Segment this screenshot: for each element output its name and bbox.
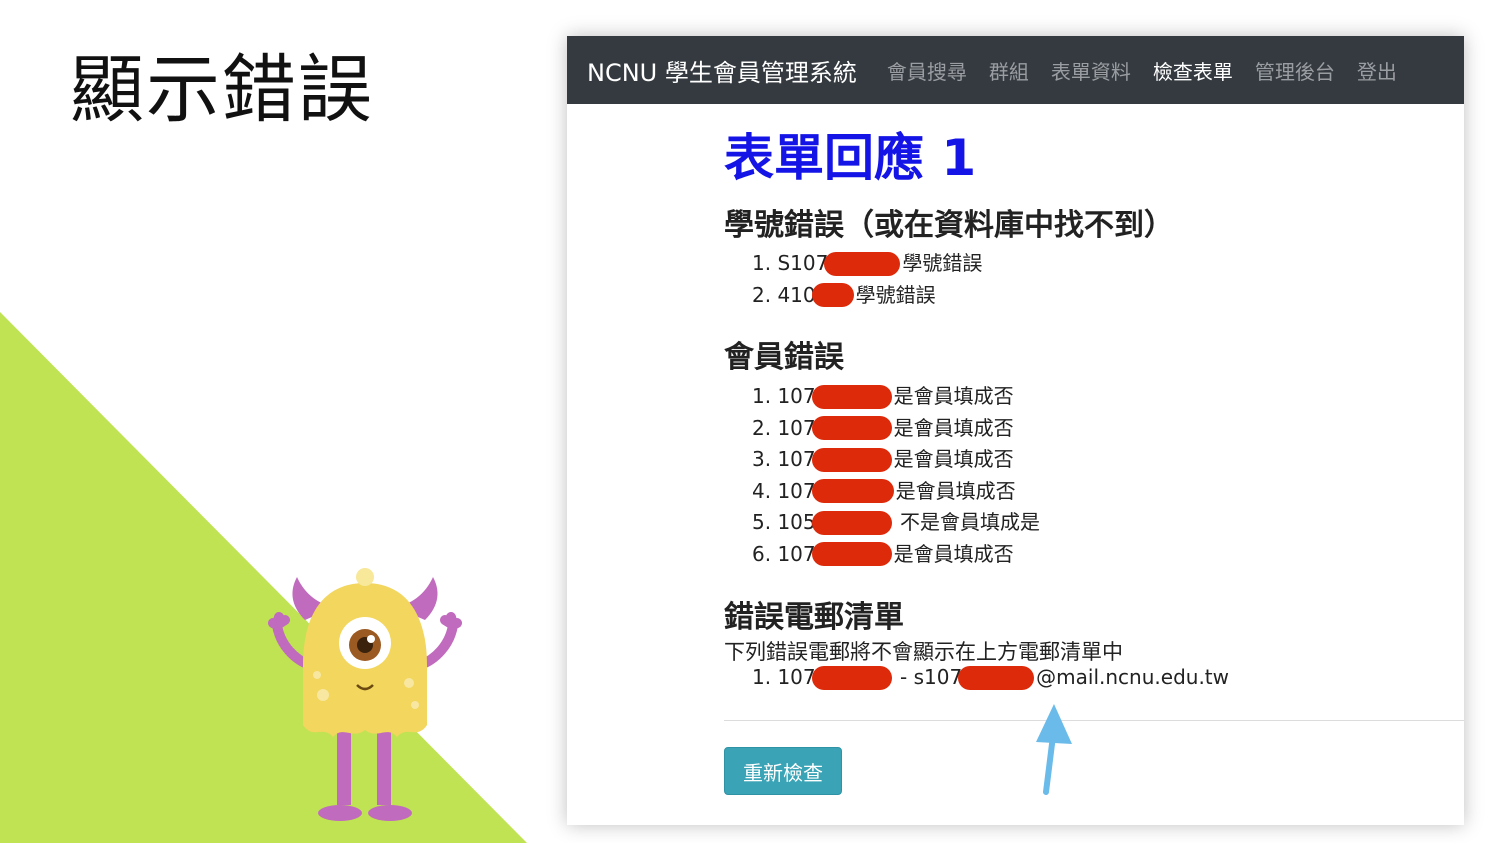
redaction-mark — [811, 384, 892, 409]
student-id-error-list: 1. S107 學號錯誤 2. 410 學號錯誤 — [752, 248, 982, 311]
nav-item-logout[interactable]: 登出 — [1357, 56, 1397, 85]
slide-title: 顯示錯誤 — [70, 47, 374, 133]
navbar-brand[interactable]: NCNU 學生會員管理系統 — [587, 53, 857, 88]
member-error-heading: 會員錯誤 — [724, 340, 844, 375]
list-item: 5. 105 不是會員填成是 — [752, 510, 1040, 535]
redaction-mark — [824, 251, 901, 276]
list-item: 2. 107 是會員填成否 — [752, 415, 1014, 441]
member-error-list: 1. 107 是會員填成否 2. 107 是會員填成否 3. 107 是會員填成否 4… — [752, 381, 1040, 570]
redaction-mark — [811, 665, 892, 690]
redaction-mark — [811, 542, 892, 567]
top-navbar: NCNU 學生會員管理系統 會員搜尋 群組 表單資料 檢查表單 管理後台 登出 — [567, 36, 1464, 104]
nav-item-member-search[interactable]: 會員搜尋 — [887, 56, 967, 85]
redaction-mark — [811, 447, 892, 472]
redaction-mark — [811, 510, 892, 535]
arrow-up-icon — [1036, 704, 1072, 795]
nav-item-groups[interactable]: 群組 — [989, 56, 1029, 85]
recheck-button[interactable]: 重新檢查 — [724, 747, 842, 795]
list-item: 1. S107 學號錯誤 — [752, 251, 983, 276]
page-title: 表單回應 1 — [724, 129, 977, 187]
list-item: 1. 107 是會員填成否 — [752, 384, 1014, 409]
redaction-mark — [958, 665, 1035, 690]
student-id-error-heading: 學號錯誤（或在資料庫中找不到） — [724, 208, 1174, 243]
nav-item-check-form[interactable]: 檢查表單 — [1153, 56, 1233, 85]
email-error-list: 1. 107 - s107 @mail.ncnu.edu.tw — [752, 662, 1229, 694]
list-item: 3. 107 是會員填成否 — [752, 447, 1014, 472]
nav-item-admin[interactable]: 管理後台 — [1255, 56, 1335, 85]
main-content: 表單回應 1 學號錯誤（或在資料庫中找不到） 1. S107 學號錯誤 2. 41… — [724, 126, 1464, 795]
browser-window: NCNU 學生會員管理系統 會員搜尋 群組 表單資料 檢查表單 管理後台 登出 … — [567, 36, 1464, 825]
divider — [724, 720, 1464, 721]
list-item: 6. 107 是會員填成否 — [752, 541, 1014, 567]
monster-mascot-illustration — [268, 568, 462, 821]
nav-item-form-data[interactable]: 表單資料 — [1051, 56, 1131, 85]
list-item: 1. 107 - s107 @mail.ncnu.edu.tw — [752, 665, 1229, 690]
email-error-heading: 錯誤電郵清單 — [724, 600, 904, 635]
list-item: 4. 107 是會員填成否 — [752, 478, 1016, 504]
redaction-mark — [811, 416, 892, 441]
redaction-mark — [811, 283, 854, 308]
list-item: 2. 410 學號錯誤 — [752, 282, 936, 308]
redaction-mark — [811, 479, 894, 504]
